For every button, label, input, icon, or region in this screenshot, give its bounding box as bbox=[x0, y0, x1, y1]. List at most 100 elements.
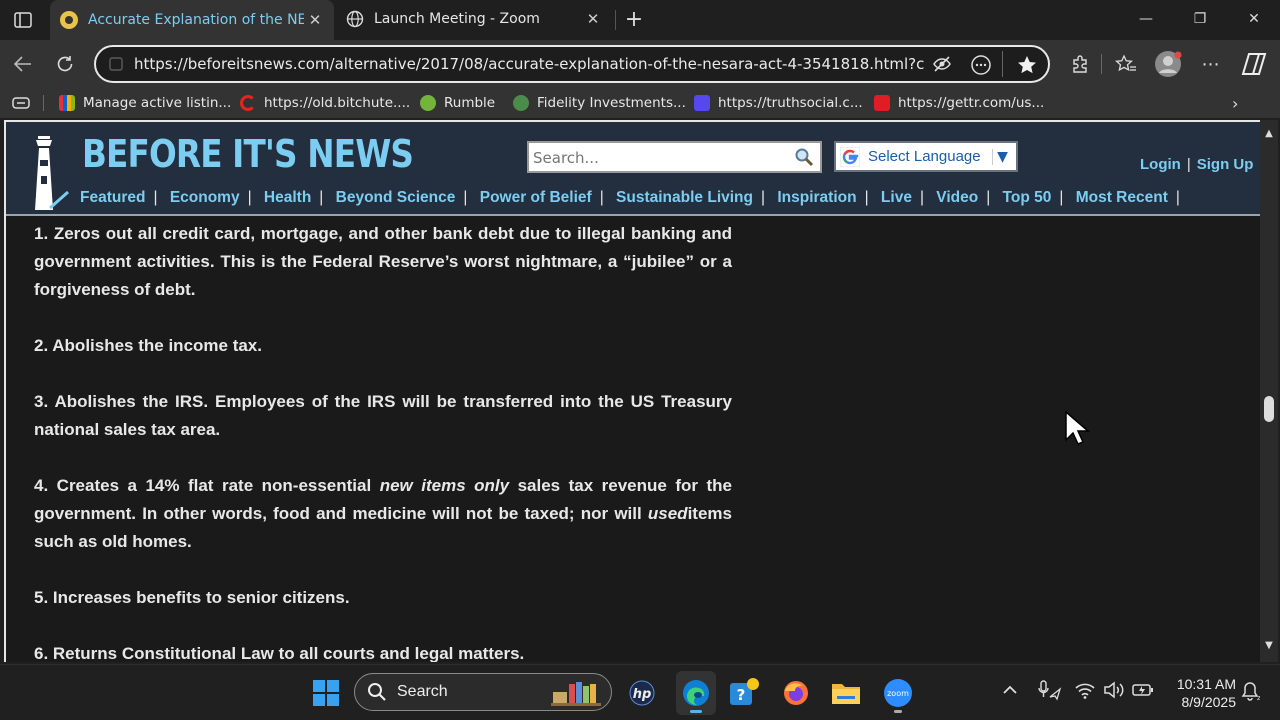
books-highlight-icon bbox=[551, 682, 601, 706]
show-hidden-icons-chevron-icon[interactable] bbox=[1002, 681, 1018, 699]
bookmark-item[interactable]: Manage active listin... bbox=[59, 92, 231, 114]
nav-separator: | bbox=[1059, 189, 1064, 206]
bookmark-item[interactable]: https://old.bitchute.... bbox=[240, 92, 410, 114]
back-arrow-icon bbox=[13, 56, 31, 72]
clock-date: 8/9/2025 bbox=[1181, 694, 1237, 710]
site-logo[interactable]: BEFORE IT'S NEWS bbox=[82, 132, 414, 176]
favorite-star-icon[interactable] bbox=[1016, 54, 1038, 80]
svg-text:zoom: zoom bbox=[887, 689, 909, 698]
close-tab-icon[interactable]: ✕ bbox=[582, 10, 604, 28]
browser-toolbar: https://beforeitsnews.com/alternative/20… bbox=[0, 40, 1280, 88]
edge-taskbar-icon[interactable] bbox=[676, 671, 716, 715]
refresh-button[interactable] bbox=[51, 50, 79, 78]
nav-separator: | bbox=[761, 189, 766, 206]
taskbar-search[interactable]: Search bbox=[354, 673, 612, 711]
nav-top-50[interactable]: Top 50 bbox=[1003, 189, 1052, 206]
battery-icon[interactable] bbox=[1132, 681, 1154, 703]
login-link[interactable]: Login bbox=[1140, 156, 1181, 173]
site-search-box bbox=[527, 141, 822, 173]
site-header: BEFORE IT'S NEWS Select Language ▼ Login… bbox=[6, 122, 1260, 216]
microphone-location-icon[interactable] bbox=[1036, 679, 1062, 705]
nav-most-recent[interactable]: Most Recent bbox=[1076, 189, 1168, 206]
page-scrollbar[interactable]: ▲ ▼ bbox=[1260, 120, 1278, 662]
tracking-prevention-icon[interactable] bbox=[932, 55, 952, 77]
toolbar-divider bbox=[1101, 54, 1102, 74]
start-button[interactable] bbox=[310, 677, 342, 709]
auth-links: Login | Sign Up bbox=[1140, 156, 1253, 173]
volume-icon[interactable] bbox=[1103, 681, 1125, 703]
restore-button[interactable]: ❐ bbox=[1174, 0, 1226, 38]
scroll-down-arrow-icon[interactable]: ▼ bbox=[1263, 640, 1275, 654]
wifi-icon[interactable] bbox=[1074, 681, 1096, 703]
auth-separator: | bbox=[1186, 156, 1191, 173]
back-button[interactable] bbox=[9, 50, 37, 78]
nav-video[interactable]: Video bbox=[936, 189, 978, 206]
article-paragraph: 5. Increases benefits to senior citizens… bbox=[34, 588, 350, 607]
bookmark-item[interactable]: Rumble bbox=[420, 92, 495, 114]
article-paragraph: 6. Returns Constitutional Law to all cou… bbox=[34, 644, 525, 662]
nav-sustainable-living[interactable]: Sustainable Living bbox=[616, 189, 753, 206]
active-indicator bbox=[690, 710, 702, 713]
bookmark-item[interactable]: https://gettr.com/us... bbox=[874, 92, 1044, 114]
google-g-icon bbox=[840, 146, 860, 167]
search-icon[interactable] bbox=[794, 147, 814, 167]
scrollbar-thumb[interactable] bbox=[1264, 396, 1274, 422]
language-select[interactable]: Select Language ▼ bbox=[834, 141, 1018, 172]
svg-text:z: z bbox=[1257, 694, 1260, 701]
mouse-cursor-icon bbox=[1065, 410, 1090, 445]
close-window-button[interactable]: ✕ bbox=[1228, 0, 1280, 38]
tab-actions-icon[interactable] bbox=[8, 6, 38, 34]
close-tab-icon[interactable]: ✕ bbox=[304, 11, 326, 29]
nav-inspiration[interactable]: Inspiration bbox=[777, 189, 856, 206]
bookmarks-bar: Manage active listin... https://old.bitc… bbox=[0, 88, 1280, 118]
article-body: 1. Zeros out all credit card, mortgage, … bbox=[34, 220, 732, 662]
more-bookmarks-chevron-icon[interactable]: › bbox=[1232, 94, 1238, 113]
nav-economy[interactable]: Economy bbox=[170, 189, 240, 206]
scroll-up-arrow-icon[interactable]: ▲ bbox=[1263, 128, 1275, 142]
signup-link[interactable]: Sign Up bbox=[1197, 156, 1254, 173]
profile-avatar[interactable] bbox=[1154, 50, 1182, 78]
nav-featured[interactable]: Featured bbox=[80, 189, 145, 206]
copilot-button[interactable] bbox=[1240, 50, 1268, 78]
avatar-icon bbox=[1155, 51, 1182, 77]
tips-app-icon[interactable]: ? bbox=[728, 677, 760, 709]
new-tab-button[interactable]: + bbox=[620, 5, 648, 33]
tab-nesara[interactable]: Accurate Explanation of the NESARA Act ✕ bbox=[50, 0, 334, 40]
bookmark-item[interactable]: Fidelity Investments... bbox=[513, 92, 686, 114]
site-search-input[interactable] bbox=[533, 147, 783, 169]
address-bar[interactable]: https://beforeitsnews.com/alternative/20… bbox=[94, 45, 1050, 83]
bookmark-label: https://truthsocial.c... bbox=[718, 95, 863, 111]
system-clock[interactable]: 10:31 AM 8/9/2025 bbox=[1164, 675, 1236, 711]
nav-power-of-belief[interactable]: Power of Belief bbox=[480, 189, 592, 206]
url-text[interactable]: https://beforeitsnews.com/alternative/20… bbox=[134, 55, 924, 73]
notification-bell-icon[interactable]: z bbox=[1240, 681, 1261, 705]
nav-live[interactable]: Live bbox=[881, 189, 912, 206]
bookmark-item[interactable]: https://truthsocial.c... bbox=[694, 92, 863, 114]
article-paragraph: 2. Abolishes the income tax. bbox=[34, 336, 262, 355]
nav-separator: | bbox=[1175, 189, 1180, 206]
nav-health[interactable]: Health bbox=[264, 189, 311, 206]
nav-separator: | bbox=[463, 189, 468, 206]
italic-text: used bbox=[647, 504, 688, 523]
firefox-icon[interactable] bbox=[780, 677, 812, 709]
extensions-button[interactable] bbox=[1066, 50, 1094, 78]
svg-text:hp: hp bbox=[633, 687, 652, 702]
dropdown-arrow-icon: ▼ bbox=[992, 148, 1012, 165]
zoom-taskbar-icon[interactable]: zoom bbox=[882, 677, 914, 713]
reading-view-icon[interactable] bbox=[970, 54, 992, 80]
rumble-icon bbox=[420, 95, 436, 111]
beforeitsnews-favicon-icon bbox=[60, 11, 78, 29]
site-info-icon[interactable] bbox=[108, 56, 124, 72]
settings-menu-button[interactable]: ⋯ bbox=[1197, 50, 1225, 78]
gettr-icon bbox=[874, 95, 890, 111]
minimize-button[interactable]: — bbox=[1120, 0, 1172, 38]
windows-logo-icon bbox=[313, 680, 339, 706]
file-explorer-icon[interactable] bbox=[830, 677, 862, 709]
tab-zoom[interactable]: Launch Meeting - Zoom ✕ bbox=[336, 0, 612, 38]
globe-icon bbox=[346, 10, 364, 28]
reading-list-icon[interactable] bbox=[12, 95, 30, 115]
nav-beyond-science[interactable]: Beyond Science bbox=[336, 189, 456, 206]
omnibox-divider bbox=[1002, 51, 1003, 77]
hp-app-icon[interactable]: hp bbox=[626, 677, 658, 709]
favorites-button[interactable] bbox=[1112, 50, 1140, 78]
